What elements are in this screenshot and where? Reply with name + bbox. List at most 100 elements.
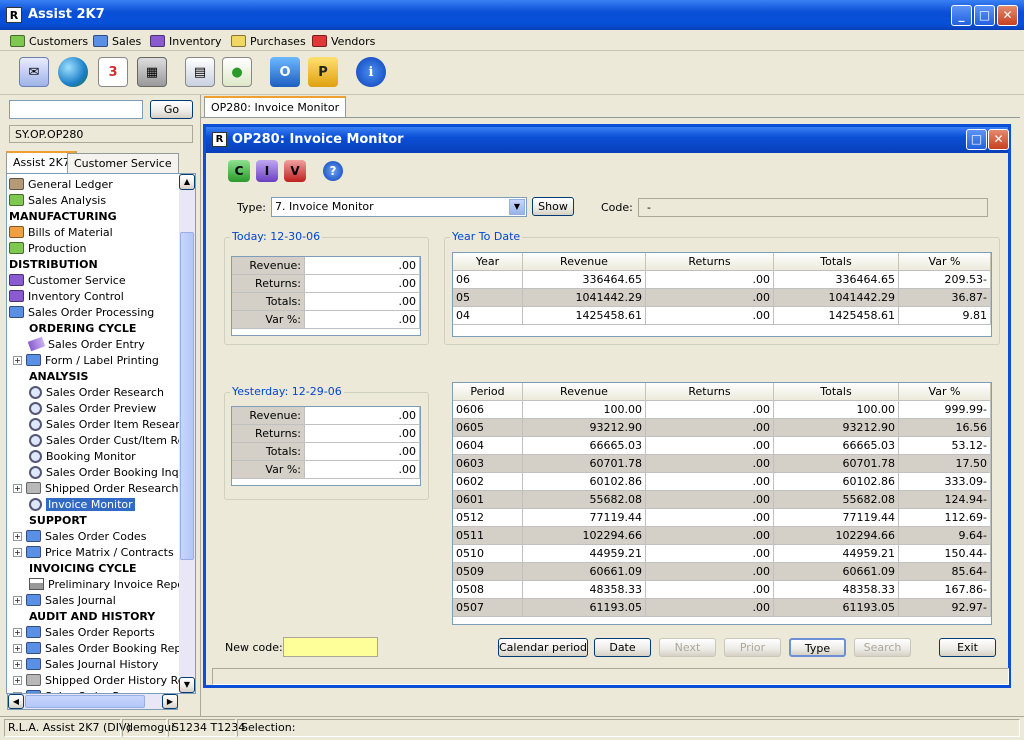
table-cell[interactable]: 66665.03 [523, 437, 646, 455]
table-cell[interactable]: 0604 [453, 437, 523, 455]
table-cell[interactable]: 0601 [453, 491, 523, 509]
p-app-icon[interactable]: P [308, 57, 338, 87]
tree-item[interactable]: Sales Order Preview [29, 400, 156, 416]
menu-sales[interactable]: Sales [93, 33, 141, 49]
exit-button[interactable]: Exit [939, 638, 996, 657]
expand-icon[interactable]: + [13, 595, 22, 605]
table-cell[interactable]: .00 [646, 289, 774, 307]
table-cell[interactable]: 93212.90 [523, 419, 646, 437]
column-header[interactable]: Var % [899, 383, 991, 401]
calendar-period-button[interactable]: Calendar period [498, 638, 588, 657]
menu-inventory[interactable]: Inventory [150, 33, 222, 49]
new-code-input[interactable] [283, 637, 378, 657]
v-tool-icon[interactable]: V [284, 160, 306, 182]
tree-item[interactable]: + Sales Order Codes [13, 528, 146, 544]
tab-customer-service[interactable]: Customer Service [67, 153, 179, 173]
table-cell[interactable]: 85.64- [899, 563, 991, 581]
expand-icon[interactable]: + [13, 483, 22, 493]
tab-op280[interactable]: OP280: Invoice Monitor [204, 96, 347, 118]
table-cell[interactable]: 336464.65 [523, 271, 646, 289]
table-cell[interactable]: .00 [646, 455, 774, 473]
table-cell[interactable]: 44959.21 [523, 545, 646, 563]
table-cell[interactable]: .00 [646, 527, 774, 545]
table-cell[interactable]: .00 [646, 401, 774, 419]
table-cell[interactable]: 05 [453, 289, 523, 307]
tree-item[interactable]: Sales Order Entry [27, 336, 145, 352]
column-header[interactable]: Totals [774, 253, 899, 271]
table-cell[interactable]: 44959.21 [774, 545, 899, 563]
window-close-icon[interactable]: ✕ [988, 129, 1009, 150]
table-cell[interactable]: 17.50 [899, 455, 991, 473]
table-cell[interactable]: 9.81 [899, 307, 991, 325]
expand-icon[interactable]: + [13, 355, 22, 365]
tree-item[interactable]: + Sales Order Booking Repor [13, 640, 193, 656]
h-scrollbar-thumb[interactable] [25, 695, 145, 708]
address-book-icon[interactable]: ▤ [185, 57, 215, 87]
table-cell[interactable]: .00 [646, 307, 774, 325]
maximize-icon[interactable]: □ [974, 5, 995, 26]
table-cell[interactable]: .00 [646, 581, 774, 599]
scroll-up-icon[interactable]: ▲ [179, 174, 195, 190]
table-cell[interactable]: .00 [646, 473, 774, 491]
tree-item[interactable]: Invoice Monitor [29, 496, 135, 512]
tree-item[interactable]: + Sales Journal [13, 592, 116, 608]
table-cell[interactable]: 0510 [453, 545, 523, 563]
table-cell[interactable]: 60661.09 [774, 563, 899, 581]
type-button[interactable]: Type [789, 638, 846, 657]
table-cell[interactable]: 336464.65 [774, 271, 899, 289]
tree-item[interactable]: Preliminary Invoice Report [29, 576, 193, 592]
expand-icon[interactable]: + [13, 643, 22, 653]
tree-item[interactable]: Sales Order Research [29, 384, 164, 400]
table-cell[interactable]: 55682.08 [774, 491, 899, 509]
table-cell[interactable]: 100.00 [774, 401, 899, 419]
prior-button[interactable]: Prior [724, 638, 781, 657]
table-cell[interactable]: .00 [646, 509, 774, 527]
tree-item[interactable]: Customer Service [9, 272, 126, 288]
tree-item[interactable]: Bills of Material [9, 224, 113, 240]
table-cell[interactable]: 0508 [453, 581, 523, 599]
table-cell[interactable]: .00 [646, 437, 774, 455]
table-cell[interactable]: 0511 [453, 527, 523, 545]
expand-icon[interactable]: + [13, 675, 22, 685]
table-cell[interactable]: .00 [646, 271, 774, 289]
tree-item[interactable]: + Shipped Order History Rep [13, 672, 192, 688]
table-cell[interactable]: 9.64- [899, 527, 991, 545]
go-button[interactable]: Go [150, 100, 193, 119]
table-cell[interactable]: .00 [646, 545, 774, 563]
column-header[interactable]: Revenue [523, 253, 646, 271]
table-cell[interactable]: 999.99- [899, 401, 991, 419]
type-select[interactable]: 7. Invoice Monitor ▼ [271, 197, 527, 217]
calculator-icon[interactable]: ▦ [137, 57, 167, 87]
table-cell[interactable]: 77119.44 [523, 509, 646, 527]
table-cell[interactable]: 112.69- [899, 509, 991, 527]
table-cell[interactable]: 124.94- [899, 491, 991, 509]
table-cell[interactable]: 209.53- [899, 271, 991, 289]
vertical-scrollbar[interactable]: ▲ ▼ [179, 174, 195, 693]
table-cell[interactable]: 36.87- [899, 289, 991, 307]
table-cell[interactable]: 77119.44 [774, 509, 899, 527]
tree-item[interactable]: Sales Analysis [9, 192, 106, 208]
table-cell[interactable]: 66665.03 [774, 437, 899, 455]
table-cell[interactable]: .00 [646, 419, 774, 437]
tree-item[interactable]: + Sales Order Reports [13, 624, 155, 640]
horizontal-scrollbar[interactable]: ◀ ▶ [7, 694, 178, 710]
table-cell[interactable]: 06 [453, 271, 523, 289]
column-header[interactable]: Var % [899, 253, 991, 271]
info-icon[interactable]: i [356, 57, 386, 87]
table-cell[interactable]: 102294.66 [523, 527, 646, 545]
column-header[interactable]: Totals [774, 383, 899, 401]
help-icon[interactable]: ? [323, 161, 343, 181]
table-cell[interactable]: 61193.05 [523, 599, 646, 617]
globe-icon[interactable] [58, 57, 88, 87]
menu-customers[interactable]: Customers [10, 33, 88, 49]
tree-item[interactable]: + Sales Journal History [13, 656, 158, 672]
scrollbar-thumb[interactable] [180, 232, 194, 560]
search-input[interactable] [9, 100, 143, 119]
expand-icon[interactable]: + [13, 627, 22, 637]
tree-item[interactable]: Booking Monitor [29, 448, 136, 464]
table-cell[interactable]: 0603 [453, 455, 523, 473]
table-cell[interactable]: 100.00 [523, 401, 646, 419]
expand-icon[interactable]: + [13, 531, 22, 541]
table-cell[interactable]: 60102.86 [774, 473, 899, 491]
c-tool-icon[interactable]: C [228, 160, 250, 182]
